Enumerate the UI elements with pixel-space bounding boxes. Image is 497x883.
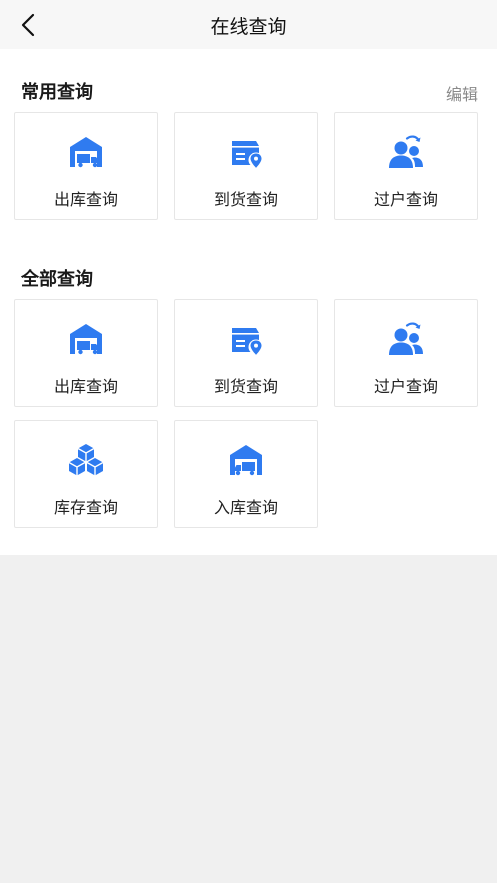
arrival-query-tile[interactable]: 到货查询 [174,299,318,407]
tile-label: 入库查询 [213,498,278,517]
tile-label: 过户查询 [373,377,438,396]
package-location-icon [226,319,266,359]
page-title: 在线查询 [210,16,287,38]
common-queries-title: 常用查询 [21,82,93,103]
tile-label: 到货查询 [213,190,278,209]
common-arrival-query-tile[interactable]: 到货查询 [174,112,318,220]
all-queries-title: 全部查询 [21,269,93,290]
edit-button[interactable]: 编辑 [446,81,478,105]
query-panel: 常用查询 编辑 出库查询 到货查询 过户查询 全部查询 出库查询 到货查询 过户… [0,49,497,555]
transfer-query-tile[interactable]: 过户查询 [334,299,478,407]
users-transfer-icon [386,319,426,359]
warehouse-truck-icon [66,132,106,172]
tile-label: 到货查询 [213,377,278,396]
outbound-query-tile[interactable]: 出库查询 [14,299,158,407]
inventory-query-tile[interactable]: 库存查询 [14,420,158,528]
common-transfer-query-tile[interactable]: 过户查询 [334,112,478,220]
common-outbound-query-tile[interactable]: 出库查询 [14,112,158,220]
top-nav-bar: 在线查询 [0,0,497,49]
users-transfer-icon [386,132,426,172]
inbound-query-tile[interactable]: 入库查询 [174,420,318,528]
tile-label: 出库查询 [53,190,118,209]
common-queries-grid: 出库查询 到货查询 过户查询 [14,112,478,220]
boxes-stack-icon [66,440,106,480]
warehouse-inbound-icon [226,440,266,480]
tile-label: 过户查询 [373,190,438,209]
warehouse-truck-icon [66,319,106,359]
all-queries-grid: 出库查询 到货查询 过户查询 库存查询 入库查询 [14,299,478,528]
tile-label: 库存查询 [53,498,118,517]
package-location-icon [226,132,266,172]
tile-label: 出库查询 [53,377,118,396]
